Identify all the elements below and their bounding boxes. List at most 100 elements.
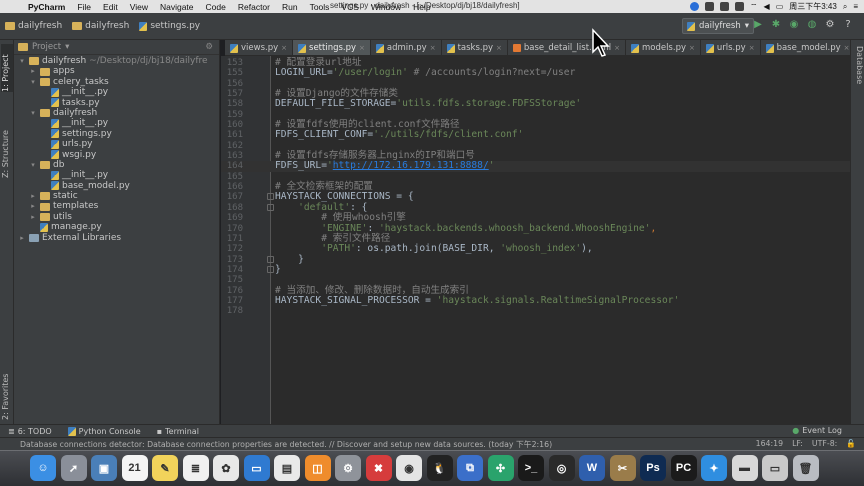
dock-pycharm-help-icon[interactable]: ✣ (487, 455, 514, 481)
python-console-tool-button[interactable]: Python Console (60, 426, 149, 436)
expand-arrow-icon[interactable]: ▾ (29, 108, 37, 118)
code-line[interactable]: 158 DEFAULT_FILE_STORAGE='utils.fdfs.stor… (221, 99, 850, 110)
expand-arrow-icon[interactable]: ▸ (29, 212, 37, 222)
expand-arrow-icon[interactable]: ▾ (18, 56, 26, 66)
file-encoding[interactable]: UTF-8: (812, 439, 837, 448)
dock-preview-icon[interactable]: ▣ (91, 455, 117, 481)
fold-marker-icon[interactable] (267, 255, 274, 263)
gear-icon[interactable]: ⚙ (205, 42, 213, 52)
dock-launchpad-icon[interactable]: ➚ (60, 455, 87, 481)
tree-file-item[interactable]: __init__.py (14, 170, 219, 180)
dock-system-preferences-icon[interactable]: ⚙ (335, 455, 361, 481)
editor-tab[interactable]: urls.py × (701, 40, 761, 55)
dock-photoshop-icon[interactable]: Ps (640, 455, 666, 481)
help-icon[interactable]: ? (842, 19, 854, 31)
lock-icon[interactable]: 🔓 (846, 439, 856, 448)
close-tab-icon[interactable]: × (359, 44, 365, 52)
dock-screen-sharing-icon[interactable]: ⧉ (457, 455, 483, 481)
tree-file-item[interactable]: tasks.py (14, 98, 219, 108)
tree-file-item[interactable]: urls.py (14, 139, 219, 149)
editor-tab[interactable]: settings.py × (293, 40, 371, 55)
breadcrumb-package[interactable]: dailyfresh (67, 21, 134, 31)
wifi-icon[interactable]: ⌔ (750, 2, 758, 12)
code-line[interactable]: 177 HAYSTACK_SIGNAL_PROCESSOR = 'haystack… (221, 295, 850, 306)
debug-icon[interactable]: ✱ (770, 19, 782, 31)
close-tab-icon[interactable]: × (281, 44, 287, 52)
dock-obs-icon[interactable]: ◎ (548, 455, 575, 481)
dock-sublime-icon[interactable]: ▤ (274, 455, 300, 481)
dock-photos-icon[interactable]: ✿ (213, 455, 239, 481)
project-panel-header[interactable]: Project ▾ ⚙ (14, 40, 219, 55)
tray-wechat-icon[interactable] (720, 2, 730, 11)
coverage-icon[interactable]: ◉ (788, 19, 800, 31)
fold-marker-icon[interactable] (267, 203, 274, 211)
tree-folder-item[interactable]: ▾ dailyfresh (14, 108, 219, 118)
code-line[interactable]: 161 FDFS_CLIENT_CONF='./utils/fdfs/client… (221, 130, 850, 141)
fold-marker-icon[interactable] (267, 193, 274, 201)
tab-project[interactable]: 1: Project (1, 44, 13, 92)
status-message[interactable]: Database connections detector: Database … (0, 439, 552, 450)
code-line[interactable]: 178 (221, 306, 850, 316)
tree-file-item[interactable]: wsgi.py (14, 150, 219, 160)
code-line[interactable]: 164 FDFS_URL= 'http://172.16.179.131:8888/… (221, 161, 850, 172)
fold-marker-icon[interactable] (267, 265, 274, 273)
code-line[interactable]: 172 'PATH': os.path.join(BASE_DIR, 'whoo… (221, 244, 850, 255)
profile-icon[interactable]: ◍ (806, 19, 818, 31)
dock-drive-icon[interactable]: ▬ (731, 455, 758, 481)
expand-arrow-icon[interactable]: ▸ (29, 201, 37, 211)
dock-notes-icon[interactable]: ✎ (152, 455, 178, 481)
settings-icon[interactable]: ⚙ (824, 19, 836, 31)
battery-icon[interactable]: ▭ (776, 2, 784, 11)
caret-position[interactable]: 164:19 (756, 439, 783, 448)
tree-folder-item[interactable]: ▸ utils (14, 212, 219, 222)
dock-reminders-icon[interactable]: ≣ (182, 455, 209, 481)
dock-word-icon[interactable]: W (579, 455, 605, 481)
dock-archive-icon[interactable]: ✂ (609, 455, 636, 481)
notification-center-icon[interactable]: ≡ (853, 2, 858, 11)
volume-icon[interactable]: ◀ (764, 2, 770, 11)
dock-keynote-icon[interactable]: ▭ (243, 455, 270, 481)
todo-tool-button[interactable]: ≣ 6: TODO (0, 427, 60, 436)
expand-arrow-icon[interactable]: ▾ (29, 160, 37, 170)
code-editor[interactable]: 153 # 配置登录url地址 155 LOGIN_URL='/user/login'… (221, 56, 850, 424)
dock-disk-icon[interactable]: ▭ (762, 455, 788, 481)
close-tab-icon[interactable]: × (496, 44, 502, 52)
dock-trash-icon[interactable]: 🗑 (792, 455, 819, 481)
menu-view[interactable]: View (124, 2, 154, 12)
menu-code[interactable]: Code (200, 2, 232, 12)
close-tab-icon[interactable]: × (749, 44, 755, 52)
dock-terminal-icon[interactable]: >_ (518, 455, 544, 481)
search-icon[interactable]: ⌕ (843, 2, 847, 12)
tree-folder-item[interactable]: ▸ static (14, 191, 219, 201)
tray-display-icon[interactable] (735, 2, 745, 11)
menu-navigate[interactable]: Navigate (154, 2, 200, 12)
dock-chrome-icon[interactable]: ◉ (396, 455, 422, 481)
editor-tab[interactable]: tasks.py × (442, 40, 508, 55)
tray-monitor-icon[interactable] (705, 2, 715, 11)
expand-arrow-icon[interactable]: ▾ (29, 77, 37, 87)
expand-arrow-icon[interactable]: ▸ (18, 233, 26, 243)
tree-folder-item[interactable]: ▸ External Libraries (14, 233, 219, 243)
tree-folder-item[interactable]: ▸ templates (14, 201, 219, 211)
expand-arrow-icon[interactable]: ▸ (29, 66, 37, 76)
tab-structure[interactable]: Z: Structure (1, 118, 13, 178)
breadcrumb-file[interactable]: settings.py (134, 21, 205, 31)
code-line[interactable]: 155 LOGIN_URL='/user/login' # /accounts/l… (221, 68, 850, 79)
dock-safari-icon[interactable]: ✦ (701, 455, 727, 481)
close-tab-icon[interactable]: × (614, 44, 620, 52)
tree-folder-item[interactable]: ▾ celery_tasks (14, 77, 219, 87)
code-line[interactable]: 173 } (221, 254, 850, 265)
tree-file-item[interactable]: manage.py (14, 222, 219, 232)
dock-xmind-icon[interactable]: ✖ (365, 455, 392, 481)
terminal-tool-button[interactable]: ▪ Terminal (149, 427, 207, 436)
event-log-button[interactable]: ● Event Log (792, 426, 842, 435)
menu-file[interactable]: File (71, 2, 97, 12)
close-tab-icon[interactable]: × (689, 44, 695, 52)
code-line[interactable]: 174} (221, 264, 850, 275)
dock-calendar-icon[interactable]: 21 (121, 455, 148, 481)
tree-folder-item[interactable]: ▾ dailyfresh ~/Desktop/dj/bj18/dailyfre (14, 56, 219, 66)
tray-app-icon[interactable] (690, 2, 700, 11)
tree-file-item[interactable]: __init__.py (14, 87, 219, 97)
editor-tab[interactable]: base_model.py × (761, 40, 850, 55)
editor-tab[interactable]: views.py × (225, 40, 294, 55)
